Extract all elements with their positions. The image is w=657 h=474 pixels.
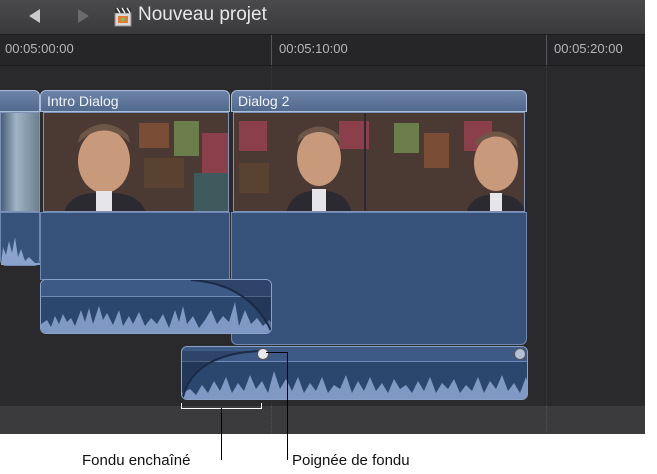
audio-clip-dialog-2[interactable] bbox=[181, 346, 528, 400]
callout-line bbox=[287, 352, 288, 460]
clip-header: Dialog 2 bbox=[231, 90, 527, 112]
previous-clip[interactable] bbox=[0, 90, 41, 266]
project-title: Nouveau projet bbox=[138, 4, 267, 25]
clip-dialog-2[interactable]: Dialog 2 bbox=[231, 90, 527, 345]
timeline-ruler[interactable]: 00:05:00:00 00:05:10:00 00:05:20:00 bbox=[0, 35, 645, 66]
clip-audio-area bbox=[231, 212, 527, 345]
audio-waveform bbox=[41, 280, 271, 333]
callout-fade-handle-label: Poignée de fondu bbox=[292, 452, 410, 469]
previous-clip-header bbox=[0, 90, 40, 112]
project-clapper-icon bbox=[114, 7, 132, 27]
timeline-window: Nouveau projet 00:05:00:00 00:05:10:00 0… bbox=[0, 0, 645, 434]
callout-crossfade-label: Fondu enchaîné bbox=[82, 452, 191, 469]
previous-clip-filmstrip bbox=[0, 112, 40, 212]
ruler-tick bbox=[546, 35, 547, 65]
grid-line bbox=[271, 406, 273, 434]
previous-clip-audio bbox=[0, 212, 41, 266]
ruler-tick bbox=[271, 35, 272, 65]
callout-line bbox=[266, 352, 288, 353]
fade-handle[interactable] bbox=[514, 348, 526, 360]
grid-line bbox=[546, 406, 548, 434]
clip-filmstrip bbox=[233, 112, 525, 212]
forward-arrow-icon[interactable] bbox=[78, 9, 89, 23]
fade-handle[interactable] bbox=[257, 348, 269, 360]
callout-line bbox=[221, 408, 222, 460]
timeline-bottom-bar bbox=[0, 406, 645, 434]
clip-audio-area bbox=[40, 212, 230, 280]
grid-line bbox=[546, 66, 548, 406]
timeline-tracks[interactable]: Intro Dialog Dialog 2 bbox=[0, 66, 645, 406]
back-arrow-icon[interactable] bbox=[29, 9, 40, 23]
waveform bbox=[1, 237, 41, 265]
audio-clip-intro[interactable] bbox=[40, 279, 272, 334]
ruler-timecode: 00:05:10:00 bbox=[279, 41, 348, 56]
video-thumbnail bbox=[234, 113, 524, 211]
timeline-toolbar: Nouveau projet bbox=[0, 0, 645, 35]
audio-waveform bbox=[182, 350, 527, 399]
clip-filmstrip bbox=[43, 112, 229, 212]
video-thumbnail bbox=[44, 113, 228, 211]
clip-title: Dialog 2 bbox=[238, 93, 290, 109]
clip-header: Intro Dialog bbox=[40, 90, 230, 112]
ruler-timecode: 00:05:00:00 bbox=[5, 41, 74, 56]
clip-intro-dialog[interactable]: Intro Dialog bbox=[40, 90, 230, 280]
ruler-timecode: 00:05:20:00 bbox=[554, 41, 623, 56]
clip-title: Intro Dialog bbox=[47, 93, 119, 109]
